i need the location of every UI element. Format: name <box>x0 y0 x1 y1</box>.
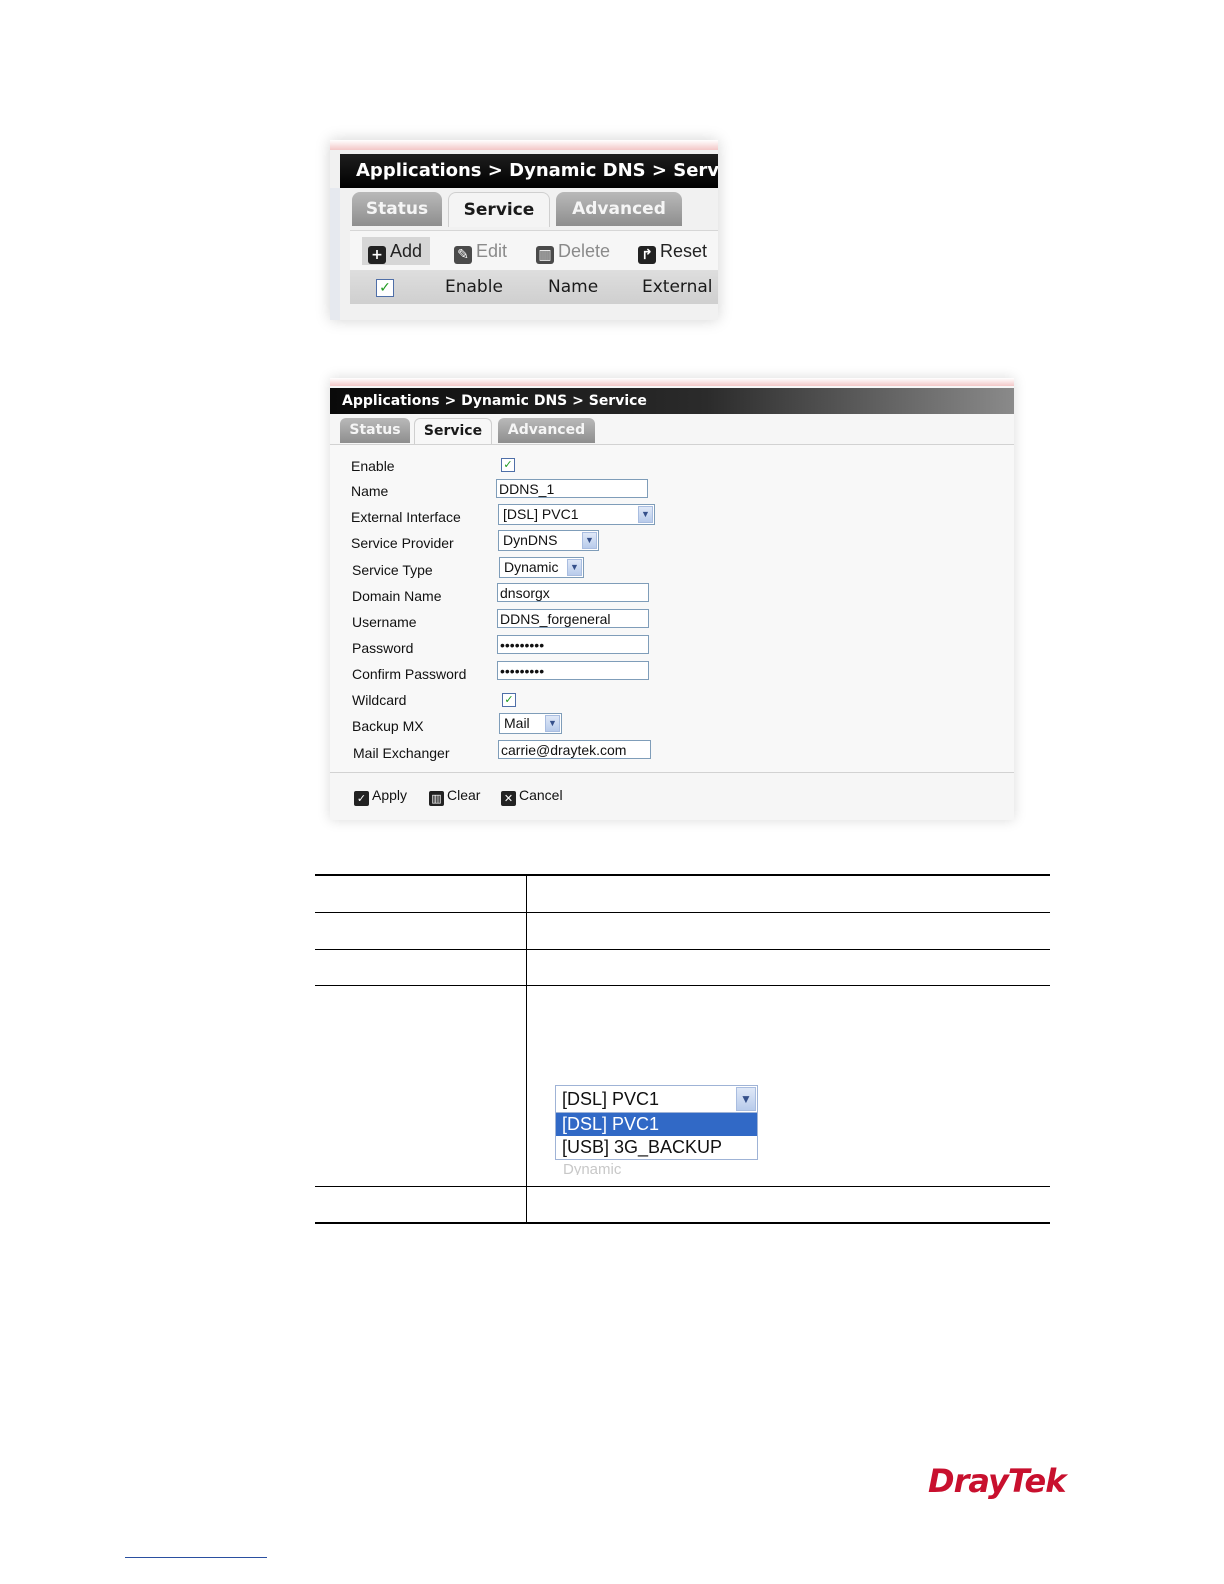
service-type-select[interactable]: Dynamic ▼ <box>499 557 584 578</box>
mail-exchanger-input[interactable]: carrie@draytek.com <box>498 740 651 759</box>
interface-dropdown-illustration: [DSL] PVC1 ▼ [DSL] PVC1 [USB] 3G_BACKUP … <box>555 1085 758 1175</box>
trash-icon: ▥ <box>429 791 444 806</box>
service-form-screenshot: Applications > Dynamic DNS > Service Sta… <box>330 378 1014 820</box>
chevron-down-icon[interactable]: ▼ <box>582 532 597 549</box>
left-edge <box>330 188 340 320</box>
edit-button[interactable]: ✎ Edit <box>454 237 507 265</box>
username-label: Username <box>352 614 417 630</box>
draytek-logo: DrayTek <box>928 1462 1066 1500</box>
backup-mx-select[interactable]: Mail ▼ <box>499 713 562 734</box>
clear-button[interactable]: ▥ Clear <box>429 786 480 806</box>
reset-arrow-icon: ↱ <box>638 246 656 264</box>
password-label: Password <box>352 640 414 656</box>
external-interface-select[interactable]: [DSL] PVC1 ▼ <box>498 504 655 525</box>
confirm-password-label: Confirm Password <box>352 666 467 682</box>
table-row <box>315 876 1050 913</box>
accent-line <box>330 378 1014 386</box>
username-input[interactable]: DDNS_forgeneral <box>497 609 649 628</box>
column-enable: Enable <box>445 277 503 297</box>
chevron-down-icon[interactable]: ▼ <box>736 1087 756 1111</box>
page-title: Applications > Dynamic DNS > Service <box>340 154 718 188</box>
pencil-icon: ✎ <box>454 246 472 264</box>
check-icon: ✓ <box>354 791 369 806</box>
chevron-down-icon[interactable]: ▼ <box>545 715 560 732</box>
tab-service[interactable]: Service <box>414 418 492 444</box>
wildcard-checkbox[interactable]: ✓ <box>502 693 516 707</box>
cancel-button[interactable]: ✕ Cancel <box>501 786 563 806</box>
interface-dropdown-value: [DSL] PVC1 <box>562 1089 660 1109</box>
wildcard-label: Wildcard <box>352 692 407 708</box>
apply-button[interactable]: ✓ Apply <box>354 786 407 806</box>
service-provider-value: DynDNS <box>503 532 558 548</box>
tab-advanced[interactable]: Advanced <box>556 192 682 226</box>
select-all-cell[interactable]: ✓ <box>376 270 394 304</box>
domain-name-label: Domain Name <box>352 588 442 604</box>
service-provider-select[interactable]: DynDNS ▼ <box>498 530 599 551</box>
add-label: Add <box>390 241 423 261</box>
dropdown-option[interactable]: [USB] 3G_BACKUP <box>556 1136 757 1159</box>
external-interface-label: External Interface <box>351 509 461 525</box>
tab-status[interactable]: Status <box>340 418 410 443</box>
domain-name-input[interactable]: dnsorgx <box>497 583 649 602</box>
tab-service[interactable]: Service <box>448 192 550 227</box>
name-label: Name <box>351 483 389 499</box>
column-name: Name <box>548 277 599 297</box>
cancel-label: Cancel <box>519 787 563 803</box>
enable-checkbox[interactable]: ✓ <box>501 458 515 472</box>
footer-link-underline <box>125 1557 267 1558</box>
mail-exchanger-label: Mail Exchanger <box>353 745 450 761</box>
delete-button[interactable]: ▥ Delete <box>536 237 610 265</box>
enable-label: Enable <box>351 458 395 474</box>
action-bar: ✓ Apply ▥ Clear ✕ Cancel <box>330 772 1014 820</box>
password-input[interactable]: ••••••••• <box>497 635 649 654</box>
reset-label: Reset <box>660 241 708 261</box>
accent-line <box>330 140 718 150</box>
reset-button[interactable]: ↱ Reset <box>638 237 707 265</box>
interface-dropdown[interactable]: [DSL] PVC1 ▼ <box>555 1085 758 1113</box>
backup-mx-label: Backup MX <box>352 718 424 734</box>
apply-label: Apply <box>372 787 408 803</box>
table-row <box>315 913 1050 950</box>
external-interface-value: [DSL] PVC1 <box>503 506 579 522</box>
table-row <box>315 950 1050 986</box>
edit-label: Edit <box>476 241 508 261</box>
chevron-down-icon[interactable]: ▼ <box>567 559 582 576</box>
add-button[interactable]: + Add <box>362 237 431 265</box>
plus-icon: + <box>368 246 386 264</box>
chevron-down-icon[interactable]: ▼ <box>638 506 653 523</box>
toolbar: + Add ✎ Edit ▥ Delete ↱ Reset <box>350 230 718 271</box>
tab-status[interactable]: Status <box>352 192 442 226</box>
table-header: ✓ Enable Name External <box>350 270 718 304</box>
column-external: External <box>642 277 713 297</box>
zoomed-service-screenshot: Applications > Dynamic DNS > Service Sta… <box>330 140 718 320</box>
service-type-value: Dynamic <box>504 559 559 575</box>
close-icon: ✕ <box>501 791 516 806</box>
table-row <box>315 1187 1050 1222</box>
confirm-password-input[interactable]: ••••••••• <box>497 661 649 680</box>
interface-dropdown-list: [DSL] PVC1 [USB] 3G_BACKUP <box>555 1113 758 1160</box>
service-form: Enable Name External Interface Service P… <box>330 444 1014 773</box>
select-all-checkbox[interactable]: ✓ <box>376 279 394 297</box>
service-type-label: Service Type <box>352 562 433 578</box>
faded-select-text: Dynamic <box>563 1161 622 1175</box>
dropdown-option[interactable]: [DSL] PVC1 <box>556 1113 757 1136</box>
clear-label: Clear <box>447 787 481 803</box>
page-title: Applications > Dynamic DNS > Service <box>330 388 1014 414</box>
tab-advanced[interactable]: Advanced <box>498 418 595 443</box>
backup-mx-value: Mail <box>504 715 530 731</box>
trash-icon: ▥ <box>536 246 554 264</box>
name-input[interactable]: DDNS_1 <box>496 479 648 498</box>
service-provider-label: Service Provider <box>351 535 454 551</box>
delete-label: Delete <box>558 241 611 261</box>
